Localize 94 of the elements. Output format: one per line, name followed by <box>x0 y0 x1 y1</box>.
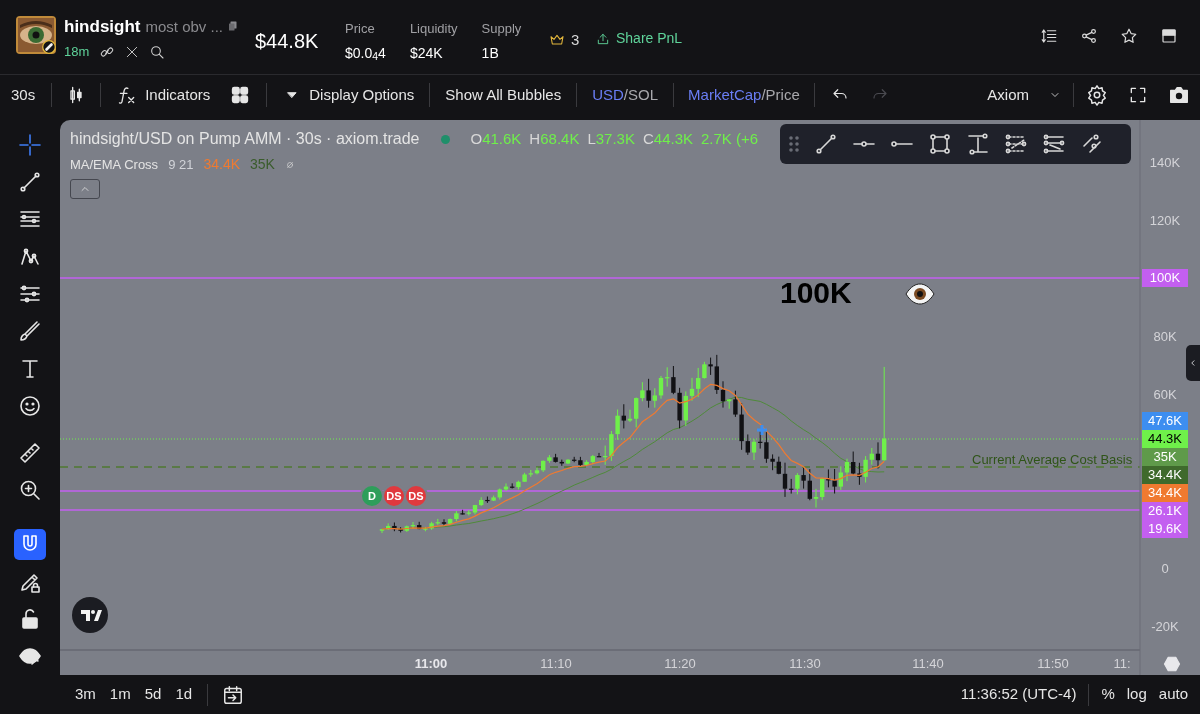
settings-hexagon-icon[interactable] <box>1163 655 1181 673</box>
token-description: most obv ... <box>145 17 223 37</box>
range-button[interactable]: 1m <box>109 683 131 706</box>
scale-option[interactable]: % <box>1101 683 1115 706</box>
range-button[interactable]: 3m <box>75 683 96 706</box>
price-tag: 19.6K <box>1142 520 1188 538</box>
eye-icon <box>905 283 935 305</box>
value-option[interactable]: MarketCap <box>688 83 762 107</box>
token-age: 18m <box>64 43 90 61</box>
fib-retracement-icon[interactable] <box>1004 132 1028 156</box>
currency-option[interactable]: USD <box>592 83 624 107</box>
price-tag: 35K <box>1142 448 1188 466</box>
x-axis-label: 11:30 <box>788 655 822 673</box>
magnet-tool-icon[interactable] <box>14 528 46 560</box>
upload-icon <box>596 31 610 46</box>
pill-icon <box>42 40 56 54</box>
measure-icon[interactable] <box>966 132 990 156</box>
trade-bubble[interactable]: DS <box>404 484 428 508</box>
stat-label: Price <box>345 20 376 38</box>
share-pnl-button[interactable]: Share PnL <box>596 28 683 49</box>
indicators-button[interactable]: Indicators <box>117 83 211 107</box>
stat-label: Supply <box>481 20 522 38</box>
chart-annotation: 100K <box>780 278 852 308</box>
price-change: 2.7K (+6 <box>701 128 759 149</box>
x-axis-label: 11:10 <box>539 655 573 673</box>
layout-icon[interactable] <box>230 85 251 105</box>
stat-label: Liquidity <box>409 20 458 38</box>
rectangle-icon[interactable] <box>928 132 952 156</box>
x-axis-label: 11:50 <box>1036 655 1070 673</box>
copy-icon[interactable] <box>228 20 240 34</box>
ohlc-value: L37.3K <box>587 128 635 149</box>
trend-line-icon[interactable] <box>814 132 838 156</box>
camera-icon[interactable] <box>1168 84 1190 106</box>
drag-handle-icon[interactable] <box>788 135 800 153</box>
display-options-button[interactable]: Display Options <box>285 83 415 107</box>
value-option[interactable]: Price <box>765 83 800 107</box>
indicator-params: 9 21 <box>168 155 194 174</box>
range-button[interactable]: 1d <box>175 683 193 706</box>
ohlc-value: O41.6K <box>470 128 522 149</box>
x-axis-label: 11: <box>1112 655 1132 673</box>
price-tag: 26.1K <box>1142 502 1188 520</box>
currency-option[interactable]: SOL <box>628 83 659 107</box>
market-cap: $44.8K <box>255 29 319 54</box>
token-name: hindsight <box>64 16 141 38</box>
price-tag: 47.6K <box>1142 412 1188 430</box>
side-panel-tab[interactable] <box>1186 345 1200 381</box>
y-axis-label: 120K <box>1148 212 1182 230</box>
price-tag: 44.3K <box>1142 430 1188 448</box>
show-bubbles-button[interactable]: Show All Bubbles <box>445 83 562 107</box>
x-axis-label: 11:20 <box>663 655 697 673</box>
clock: 11:36:52 (UTC-4) <box>960 684 1077 705</box>
search-icon[interactable] <box>149 43 166 60</box>
chart-title: hindsight/USD on Pump AMM · 30s · axiom.trade <box>70 129 420 149</box>
stat-value: 1B <box>481 43 500 63</box>
collapse-icon[interactable] <box>70 179 100 199</box>
x-axis-label: 11:00 <box>413 655 449 673</box>
settings-icon[interactable] <box>1086 84 1108 106</box>
ohlc-value: H68.4K <box>529 128 580 149</box>
share-icon[interactable] <box>1080 27 1098 45</box>
y-axis-label: 140K <box>1148 154 1182 172</box>
star-icon[interactable] <box>1120 27 1138 45</box>
stat-value: $24K <box>409 43 444 63</box>
range-button[interactable]: 5d <box>144 683 162 706</box>
x-axis-label: 11:40 <box>911 655 945 673</box>
crown-count: 3 <box>571 30 580 50</box>
indicator-value: 34.4K <box>203 155 241 174</box>
y-axis-label: 60K <box>1152 386 1178 404</box>
price-tag: 34.4K <box>1142 484 1188 502</box>
y-axis-label: -20K <box>1150 618 1180 636</box>
stat-value: $0.0$_{4}$4 <box>345 43 386 64</box>
plus-marker-icon <box>755 423 769 437</box>
parallel-channel-icon[interactable] <box>1080 132 1104 156</box>
slash: / <box>761 84 766 105</box>
y-axis-label: 0 <box>1160 560 1170 578</box>
indicator-name: MA/EMA Cross <box>70 155 159 174</box>
scale-option[interactable]: auto <box>1158 683 1188 706</box>
interval-button[interactable]: 30s <box>11 83 36 107</box>
slash: / <box>623 84 629 105</box>
trade-bubble[interactable]: DS <box>382 484 406 508</box>
x-icon[interactable] <box>125 44 140 59</box>
y-axis-label: 80K <box>1152 328 1178 346</box>
logo-icon[interactable] <box>72 597 108 633</box>
ohlc-value: C44.3K <box>642 128 693 149</box>
date-range-icon[interactable] <box>222 683 245 706</box>
cost-basis-label: Current Average Cost Basis <box>972 451 1133 469</box>
panel-icon[interactable] <box>1160 27 1178 45</box>
scale-option[interactable]: log <box>1126 683 1147 706</box>
indicator-value: 35K <box>250 155 275 174</box>
fullscreen-icon[interactable] <box>1128 85 1148 105</box>
price-tag: 34.4K <box>1142 466 1188 484</box>
theme-select[interactable]: Axiom <box>987 83 1061 107</box>
fib-extension-icon[interactable] <box>1042 132 1066 156</box>
line-spacing-icon[interactable] <box>1040 27 1058 45</box>
price-tag: 100K <box>1142 269 1188 287</box>
